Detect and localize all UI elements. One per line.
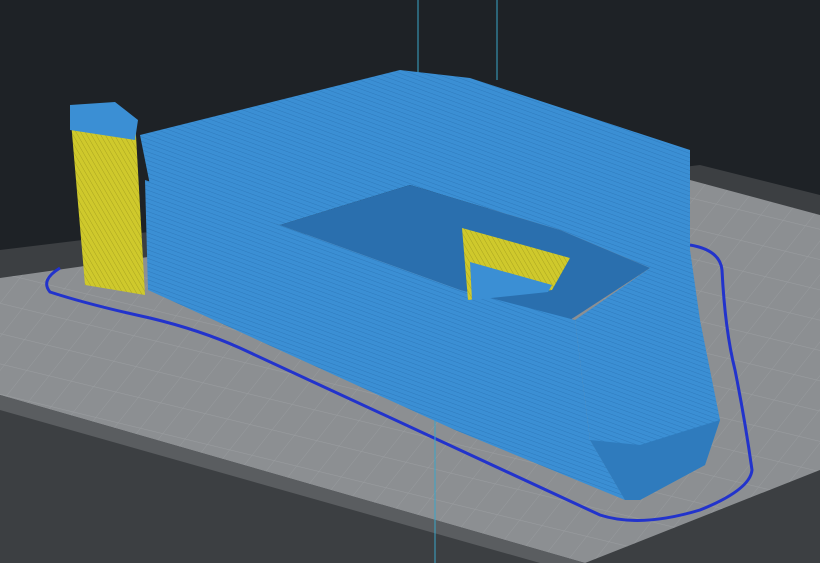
scene xyxy=(0,0,820,563)
3d-viewport[interactable] xyxy=(0,0,820,563)
